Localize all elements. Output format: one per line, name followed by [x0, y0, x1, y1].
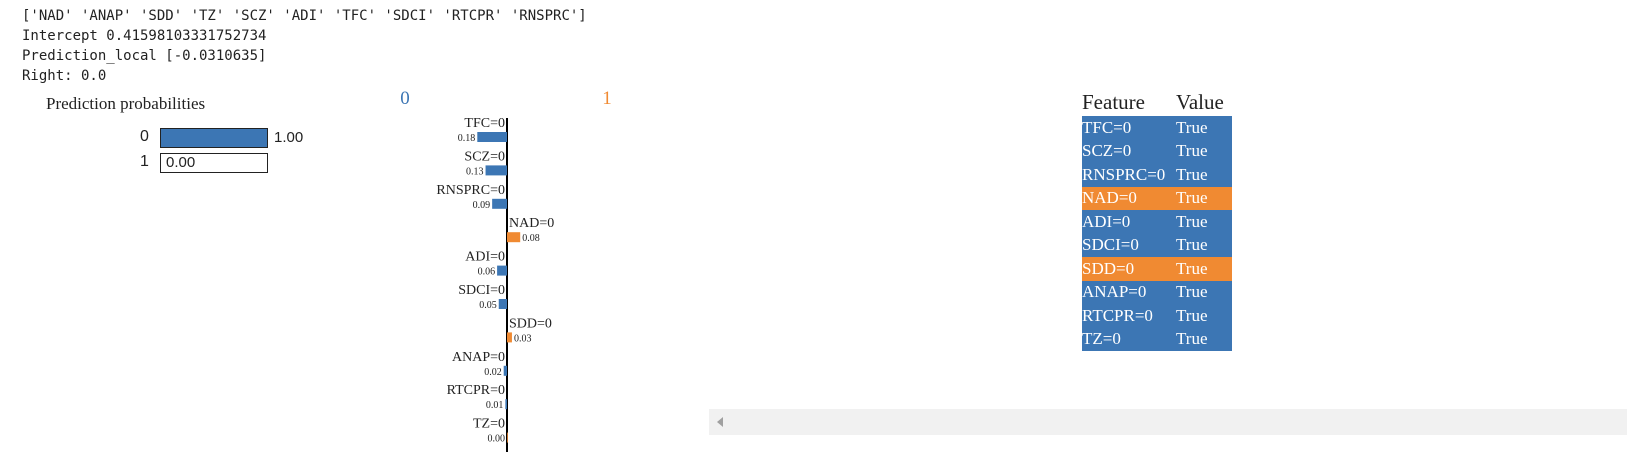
explanation-chart: 0 1 TFC=0 0.18 SCZ=0 0.13 RNSPRC=0 0.09 NAD=0 0.0…	[400, 88, 612, 452]
horizontal-scrollbar[interactable]	[709, 409, 1627, 435]
feature-label: TFC=0	[464, 116, 505, 131]
feature-cell: ANAP=0	[1082, 282, 1147, 302]
feature-label: ADI=0	[465, 250, 505, 265]
feature-bar	[498, 299, 507, 309]
class-label-left: 0	[400, 88, 410, 109]
value-cell: True	[1176, 141, 1208, 161]
value-cell: True	[1176, 305, 1208, 325]
feature-bar	[477, 132, 507, 142]
value-cell: True	[1176, 258, 1208, 278]
feature-value-label: 0.06	[478, 267, 496, 278]
table-row: SDD=0 True	[1082, 257, 1232, 281]
class-label-right: 1	[602, 88, 612, 109]
value-cell: True	[1176, 282, 1208, 302]
console-output: ['NAD' 'ANAP' 'SDD' 'TZ' 'SCZ' 'ADI' 'TF…	[22, 6, 587, 86]
probability-class-label: 1	[140, 153, 149, 170]
feature-bar	[505, 399, 507, 410]
feature-bar	[507, 232, 521, 243]
console-line-prediction-local: Prediction_local [-0.0310635]	[22, 48, 267, 64]
feature-cell: NAD=0	[1082, 188, 1137, 208]
feature-value-label: 0.00	[488, 434, 506, 445]
table-row: SDCI=0 True	[1082, 233, 1232, 257]
scroll-left-arrow-icon[interactable]	[717, 417, 723, 427]
probability-value: 0.00	[166, 154, 196, 171]
table-row: SCZ=0 True	[1082, 139, 1232, 163]
feature-cell: SDCI=0	[1082, 235, 1139, 255]
probability-class-label: 0	[140, 128, 149, 145]
feature-label: RTCPR=0	[447, 383, 505, 398]
feature-value-label: 0.05	[479, 300, 497, 311]
console-line-intercept: Intercept 0.41598103331752734	[22, 28, 267, 44]
column-header-feature: Feature	[1082, 89, 1145, 114]
table-row: TZ=0 True	[1082, 327, 1232, 351]
value-cell: True	[1176, 235, 1208, 255]
feature-value-label: 0.03	[514, 333, 532, 344]
value-cell: True	[1176, 211, 1208, 231]
feature-bar	[507, 432, 508, 443]
console-line-features: ['NAD' 'ANAP' 'SDD' 'TZ' 'SCZ' 'ADI' 'TF…	[22, 8, 587, 24]
feature-label: ANAP=0	[452, 350, 505, 365]
value-cell: True	[1176, 164, 1208, 184]
feature-cell: TFC=0	[1082, 117, 1132, 137]
probabilities-title: Prediction probabilities	[46, 94, 206, 113]
table-row: RNSPRC=0 True	[1082, 163, 1232, 187]
value-cell: True	[1176, 188, 1208, 208]
feature-label: NAD=0	[509, 216, 554, 231]
value-cell: True	[1176, 117, 1208, 137]
feature-cell: RTCPR=0	[1082, 305, 1153, 325]
feature-cell: SCZ=0	[1082, 141, 1132, 161]
feature-label: TZ=0	[473, 417, 505, 432]
probability-bar-frame	[160, 128, 268, 148]
feature-bar	[492, 198, 507, 209]
feature-label: SCZ=0	[464, 149, 505, 164]
probability-bar	[161, 129, 267, 147]
feature-label: SDD=0	[509, 316, 552, 331]
feature-label: SDCI=0	[458, 283, 505, 298]
feature-cell: TZ=0	[1082, 329, 1121, 349]
table-row: RTCPR=0 True	[1082, 304, 1232, 328]
feature-cell: RNSPRC=0	[1082, 164, 1166, 184]
feature-cell: SDD=0	[1082, 258, 1135, 278]
feature-cell: ADI=0	[1082, 211, 1131, 231]
table-row: ADI=0 True	[1082, 210, 1232, 234]
feature-value-label: 0.02	[484, 367, 502, 378]
probability-value: 1.00	[274, 129, 304, 146]
feature-value-label: 0.09	[473, 200, 491, 211]
table-row: NAD=0 True	[1082, 186, 1232, 210]
feature-label: RNSPRC=0	[436, 183, 505, 198]
feature-bar	[507, 332, 512, 343]
feature-value-label: 0.18	[458, 133, 476, 144]
feature-bar	[485, 165, 507, 176]
table-row: TFC=0 True	[1082, 116, 1232, 140]
feature-value-label: 0.08	[522, 233, 540, 244]
feature-bar	[497, 265, 507, 276]
feature-value-label: 0.13	[466, 166, 484, 177]
feature-bar	[503, 365, 507, 376]
value-cell: True	[1176, 329, 1208, 349]
table-header-row: Feature Value	[1082, 88, 1232, 116]
feature-value-table: Feature Value TFC=0 True SCZ=0 True RNSPRC=0…	[1082, 88, 1232, 351]
table-row: ANAP=0 True	[1082, 280, 1232, 304]
feature-value-label: 0.01	[486, 400, 504, 411]
column-header-value: Value	[1176, 89, 1224, 114]
